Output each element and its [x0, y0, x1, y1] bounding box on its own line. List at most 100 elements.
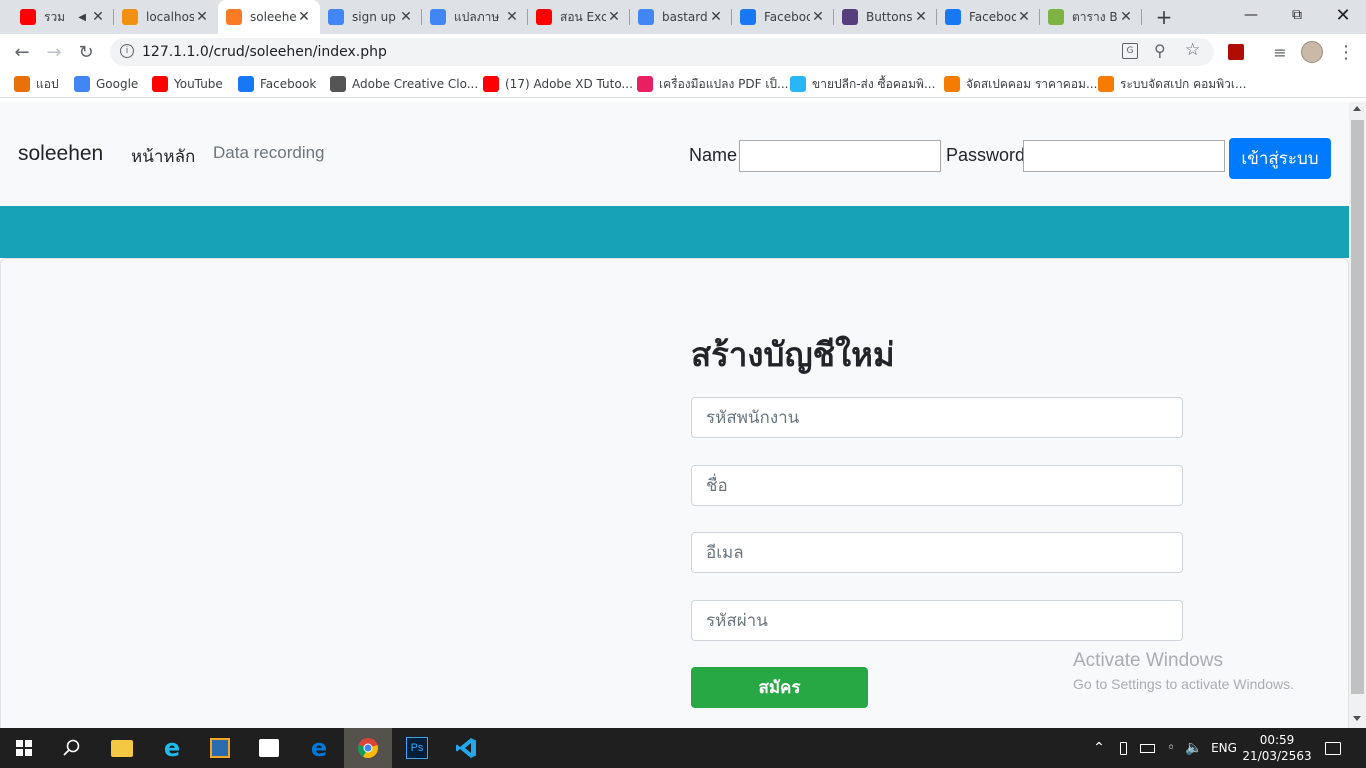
nav-link-data-recording[interactable]: Data recording: [213, 143, 325, 163]
chrome-icon[interactable]: [344, 728, 392, 768]
bookmark-star-icon[interactable]: ☆: [1185, 40, 1200, 60]
bookmark-item[interactable]: (17) Adobe XD Tuto...: [483, 75, 633, 93]
tab-1[interactable]: localhost✕: [114, 0, 218, 34]
tab-0[interactable]: รวม ◀ ✕: [12, 0, 114, 34]
scrollbar-thumb[interactable]: [1351, 120, 1364, 694]
tab-close-icon[interactable]: ✕: [810, 9, 826, 25]
apps-grid-icon: [14, 76, 30, 92]
nav-link-home[interactable]: หน้าหลัก: [131, 143, 195, 170]
bookmark-item[interactable]: เครื่องมือแปลง PDF เป็...: [637, 75, 789, 93]
media-player-icon[interactable]: [196, 728, 244, 768]
tab-6[interactable]: bastard ✕: [630, 0, 732, 34]
password-input-field[interactable]: [692, 601, 1182, 640]
tab-3[interactable]: sign up ✕: [320, 0, 422, 34]
address-bar[interactable]: i 127.1.1.0/crud/soleehen/index.php G ⚲ …: [110, 38, 1214, 66]
translate-icon[interactable]: G: [1122, 43, 1138, 59]
brand-link[interactable]: soleehen: [18, 142, 103, 166]
wifi-icon[interactable]: ◦: [1161, 728, 1181, 768]
file-explorer-icon[interactable]: [98, 728, 146, 768]
tab-7[interactable]: Facebook✕: [732, 0, 834, 34]
tab-close-icon[interactable]: ✕: [398, 9, 414, 25]
email-input[interactable]: [692, 533, 1182, 572]
tab-close-icon[interactable]: ✕: [1118, 9, 1134, 25]
internet-explorer-icon[interactable]: e: [148, 728, 196, 768]
browser-tab-strip: รวม◀✕localhost✕soleehen✕sign up✕แปลภาษ✕ส…: [0, 0, 1366, 34]
minimize-button[interactable]: —: [1228, 0, 1274, 30]
tab-10[interactable]: ตาราง B ✕: [1040, 0, 1142, 34]
password-input[interactable]: [1023, 140, 1225, 172]
tab-title: localhost: [146, 10, 194, 24]
tab-close-icon[interactable]: ✕: [1016, 9, 1032, 25]
new-tab-button[interactable]: +: [1152, 5, 1176, 29]
profile-avatar[interactable]: [1298, 38, 1326, 66]
browser-toolbar: ← → ↻ i 127.1.1.0/crud/soleehen/index.ph…: [0, 34, 1366, 70]
windows-start-icon[interactable]: [0, 728, 48, 768]
bookmark-item[interactable]: ขายปลีก-ส่ง ซื้อคอมพิ...: [790, 75, 935, 93]
zoom-icon[interactable]: ⚲: [1154, 41, 1166, 60]
scroll-down-arrow-icon[interactable]: [1353, 716, 1361, 721]
more-menu-icon[interactable]: ⋮: [1332, 38, 1360, 66]
tab-8[interactable]: Buttons ✕: [834, 0, 937, 34]
bookmark-item[interactable]: Facebook: [238, 75, 316, 93]
tab-9[interactable]: Facebook✕: [937, 0, 1040, 34]
page-viewport: soleehen หน้าหลัก Data recording Name Pa…: [0, 102, 1349, 728]
vscode-icon[interactable]: [442, 728, 490, 768]
bookmark-item[interactable]: จัดสเปคคอม ราคาคอม...: [944, 75, 1097, 93]
clock[interactable]: 00:59 21/03/2563: [1242, 728, 1312, 768]
tab-2[interactable]: soleehen✕: [218, 0, 320, 34]
tab-close-icon[interactable]: ✕: [90, 9, 106, 25]
acrobat-extension-icon[interactable]: [1222, 38, 1250, 66]
language-indicator[interactable]: ENG: [1209, 728, 1239, 768]
email-field[interactable]: [691, 532, 1183, 573]
tab-close-icon[interactable]: ✕: [913, 9, 929, 25]
tab-title: Facebook: [969, 10, 1016, 24]
maximize-button[interactable]: ⧉: [1274, 0, 1320, 30]
back-arrow-icon[interactable]: ←: [8, 38, 36, 66]
battery-icon[interactable]: [1137, 728, 1157, 768]
tab-4[interactable]: แปลภาษ ✕: [422, 0, 528, 34]
name-field[interactable]: [691, 465, 1183, 506]
tab-close-icon[interactable]: ✕: [194, 9, 210, 25]
nb-icon: [1098, 76, 1114, 92]
form-title: สร้างบัญชีใหม่: [691, 336, 895, 373]
site-info-icon[interactable]: i: [120, 44, 134, 58]
search-icon[interactable]: [48, 728, 96, 768]
tab-5[interactable]: สอน Exc ✕: [528, 0, 630, 34]
employee-id-field[interactable]: [691, 397, 1183, 438]
store-icon[interactable]: [245, 728, 293, 768]
password-field[interactable]: [691, 600, 1183, 641]
bookmark-item[interactable]: แอป: [14, 75, 59, 93]
photoshop-icon[interactable]: Ps: [393, 728, 441, 768]
speaker-icon[interactable]: ◀: [78, 12, 86, 23]
page-scrollbar[interactable]: [1349, 102, 1366, 728]
scroll-up-arrow-icon[interactable]: [1353, 106, 1361, 111]
site-navbar: soleehen หน้าหลัก Data recording Name Pa…: [0, 102, 1349, 206]
tray-overflow-icon[interactable]: ⌃: [1090, 728, 1108, 768]
forward-arrow-icon[interactable]: →: [40, 38, 68, 66]
usb-device-icon[interactable]: [1114, 728, 1132, 768]
close-window-button[interactable]: ✕: [1320, 0, 1366, 30]
nb-icon: [944, 76, 960, 92]
tab-close-icon[interactable]: ✕: [708, 9, 724, 25]
signup-button[interactable]: สมัคร: [691, 667, 868, 708]
media-control-icon[interactable]: ≡: [1266, 38, 1294, 66]
edge-icon[interactable]: e: [295, 728, 343, 768]
name-input-field[interactable]: [692, 466, 1182, 505]
volume-icon[interactable]: 🔈: [1184, 728, 1204, 768]
notification-center-icon[interactable]: [1318, 728, 1348, 768]
clock-date: 21/03/2563: [1242, 749, 1312, 763]
login-button[interactable]: เข้าสู่ระบบ: [1229, 138, 1331, 179]
bootstrap-icon: [842, 9, 858, 25]
tab-title: รวม: [44, 9, 66, 24]
bookmark-item[interactable]: YouTube: [152, 75, 223, 93]
reload-icon[interactable]: ↻: [72, 38, 100, 66]
tab-close-icon[interactable]: ✕: [296, 9, 312, 25]
employee-id-input[interactable]: [692, 398, 1182, 437]
tab-close-icon[interactable]: ✕: [606, 9, 622, 25]
tab-title: แปลภาษ: [454, 9, 500, 24]
name-input[interactable]: [739, 140, 941, 172]
bookmark-item[interactable]: ระบบจัดสเปก คอมพิวเ...: [1098, 75, 1246, 93]
tab-close-icon[interactable]: ✕: [504, 9, 520, 25]
bookmark-item[interactable]: Google: [74, 75, 138, 93]
bookmark-item[interactable]: Adobe Creative Clo...: [330, 75, 478, 93]
